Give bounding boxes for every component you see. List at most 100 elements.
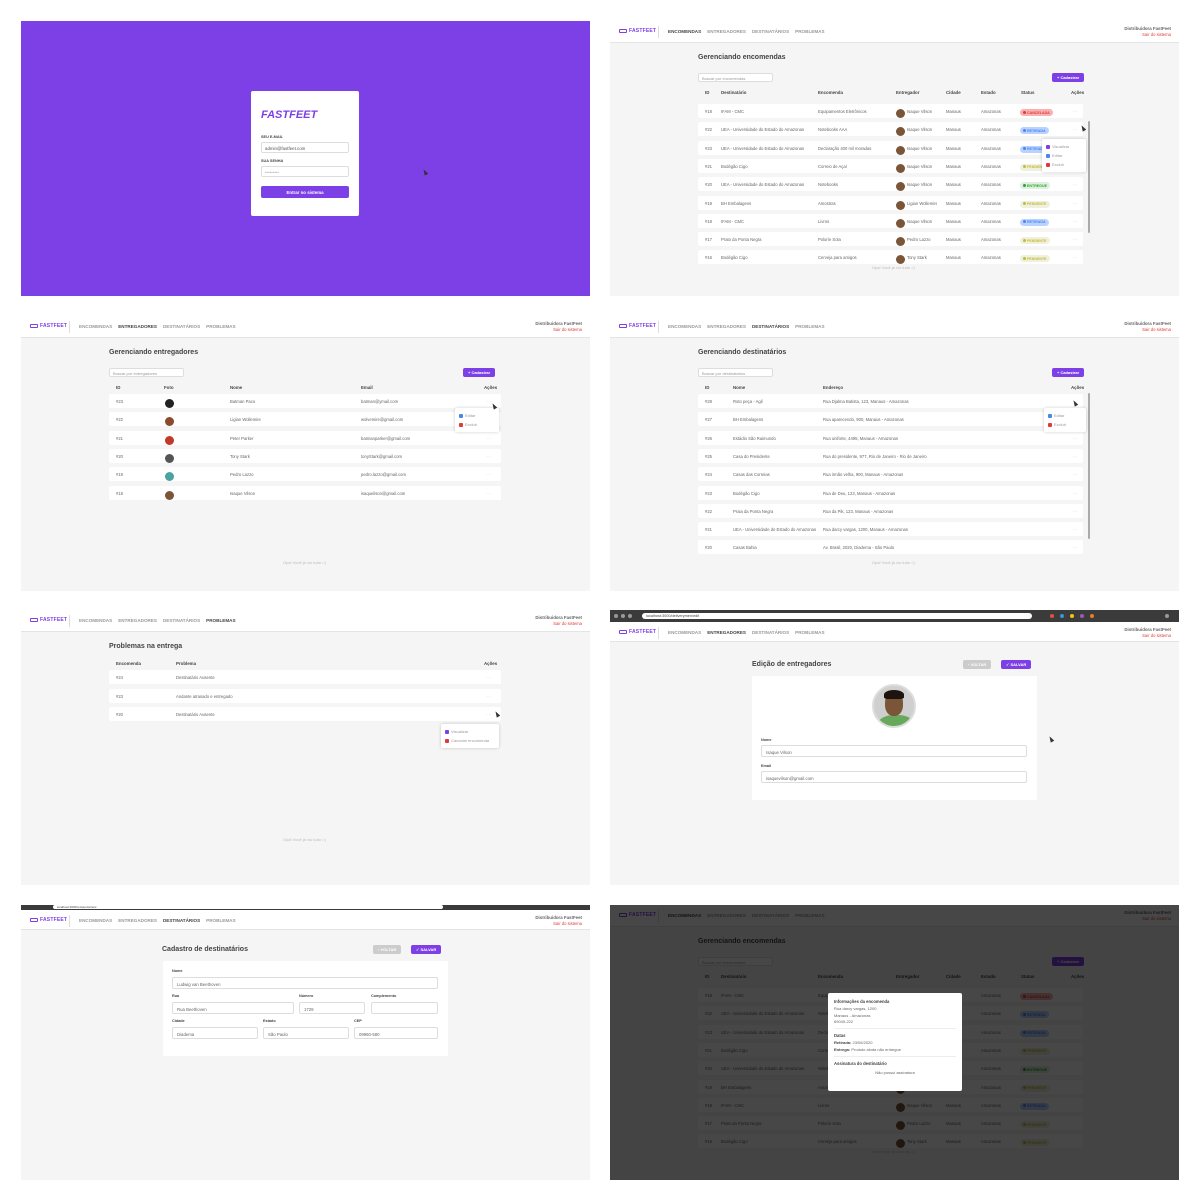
table-row[interactable]: #23 UEA - Universidade do Estado do Amazo…	[698, 140, 1083, 155]
nav-couriers[interactable]: ENTREGADORES	[707, 29, 746, 34]
more-actions-icon[interactable]: ···	[1073, 509, 1077, 514]
menu-item-view[interactable]: Visualizar	[445, 727, 495, 736]
nav-orders[interactable]: ENCOMENDAS	[668, 630, 701, 635]
more-actions-icon[interactable]: ···	[1073, 436, 1077, 441]
nav-recipients[interactable]: DESTINATÁRIOS	[752, 29, 789, 34]
more-actions-icon[interactable]: ···	[1073, 527, 1077, 532]
more-actions-icon[interactable]: ···	[487, 472, 491, 477]
more-actions-icon[interactable]: ···	[1073, 237, 1077, 242]
name-field[interactable]: Ludwig van Beethoven	[172, 977, 438, 989]
nav-couriers[interactable]: ENTREGADORES	[707, 630, 746, 635]
table-row[interactable]: #28 Roto peça - Agil Rua Djalma Batista, 1…	[698, 394, 1083, 408]
back-button[interactable]: ‹ VOLTAR	[373, 945, 402, 954]
logout-link[interactable]: Sair do sistema	[535, 921, 582, 926]
table-row[interactable]: #25 Casa do Presidente Rua do presidente, …	[698, 448, 1083, 463]
nav-problems[interactable]: PROBLEMAS	[206, 918, 235, 923]
table-row[interactable]: #20 UEA - Universidade do Estado do Amazo…	[698, 177, 1083, 192]
more-actions-icon[interactable]: ···	[1073, 182, 1077, 187]
more-actions-icon[interactable]: ···	[487, 454, 491, 459]
table-row[interactable]: #24 Destinatário Ausente ···	[109, 670, 501, 684]
menu-item-delete[interactable]: Excluir	[1048, 420, 1082, 429]
table-row[interactable]: #16 Bodégão Cigo Cerveja para amigos Tony S…	[698, 250, 1083, 265]
save-button[interactable]: ✓ SALVAR	[1001, 660, 1032, 669]
more-actions-icon[interactable]: ···	[1073, 454, 1077, 459]
table-row[interactable]: #21 UEA - Universidade do Estado do Amazo…	[698, 522, 1083, 537]
menu-item-delete[interactable]: Excluir	[459, 420, 495, 429]
header-logo[interactable]: FASTFEET	[619, 28, 656, 34]
table-row[interactable]: #27 BH Embalagens Rua aparecendo, 900, Man…	[698, 412, 1083, 427]
nav-problems[interactable]: PROBLEMAS	[206, 618, 235, 623]
more-actions-icon[interactable]: ···	[1073, 255, 1077, 260]
table-row[interactable]: #18 IFAM - CMC Equipamentos Eletrônicos Isa…	[698, 104, 1083, 118]
extension-icon[interactable]	[1050, 614, 1054, 618]
nav-recipients[interactable]: DESTINATÁRIOS	[163, 618, 200, 623]
more-actions-icon[interactable]: ···	[487, 491, 491, 496]
table-row[interactable]: #20 Casas Bahia Av. Brasil, 2020, Diadema …	[698, 540, 1083, 555]
nav-orders[interactable]: ENCOMENDAS	[79, 324, 112, 329]
table-row[interactable]: #23 Batman Paco batman@ymail.com ···	[109, 394, 501, 408]
menu-item-edit[interactable]: Editar	[1048, 411, 1082, 420]
extension-icon[interactable]	[1090, 614, 1094, 618]
zip-field[interactable]: 09960-580	[354, 1027, 438, 1039]
nav-recipients[interactable]: DESTINATÁRIOS	[752, 324, 789, 329]
password-field[interactable]: •••••••••	[261, 166, 349, 177]
table-row[interactable]: #20 Destinatário Ausente ···	[109, 707, 501, 721]
save-button[interactable]: ✓ SALVAR	[411, 945, 442, 954]
back-button[interactable]: ‹ VOLTAR	[963, 660, 992, 669]
address-bar[interactable]: localhost:3000/deliverymen/edit	[642, 613, 1032, 619]
more-actions-icon[interactable]: ···	[487, 675, 491, 680]
table-row[interactable]: #22Ligian Wollemirewolvemire@gmail.com··…	[109, 412, 501, 427]
nav-couriers[interactable]: ENTREGADORES	[118, 324, 157, 329]
table-row[interactable]: #23 Bodégão Cigo Rua de Deu, 123, Manaus -…	[698, 485, 1083, 500]
nav-recipients[interactable]: DESTINATÁRIOS	[163, 324, 200, 329]
table-row[interactable]: #26 Estádio São Raimundo Rua uniforte, 449…	[698, 430, 1083, 445]
nav-orders[interactable]: ENCOMENDAS	[79, 618, 112, 623]
logout-link[interactable]: Sair do sistema	[1124, 633, 1171, 638]
avatar-upload[interactable]	[872, 684, 916, 728]
table-row[interactable]: #21 Bodégão Cigo Correio de Açaí Isaque Vil…	[698, 158, 1083, 173]
extension-icon[interactable]	[1070, 614, 1074, 618]
nav-recipients[interactable]: DESTINATÁRIOS	[752, 630, 789, 635]
nav-problems[interactable]: PROBLEMAS	[206, 324, 235, 329]
table-row[interactable]: #18 IFAM - CMC Livros Isaque Vilson Manaus Am…	[698, 213, 1083, 228]
table-row[interactable]: #23 Andante atrasado e entregado ···	[109, 688, 501, 703]
nav-couriers[interactable]: ENTREGADORES	[707, 324, 746, 329]
more-actions-icon[interactable]: ···	[1073, 201, 1077, 206]
table-row[interactable]: #22 Praia da Ponta Negra Rua da Pik, 123, …	[698, 503, 1083, 518]
more-actions-icon[interactable]: ···	[1073, 545, 1077, 550]
number-field[interactable]: 1729	[299, 1002, 365, 1014]
nav-couriers[interactable]: ENTREGADORES	[118, 918, 157, 923]
menu-item-cancel-order[interactable]: Cancelar encomenda	[445, 736, 495, 745]
header-logo[interactable]: FASTFEET	[30, 617, 67, 623]
email-field[interactable]: isaquevilson@gmail.com	[761, 771, 1027, 783]
nav-problems[interactable]: PROBLEMAS	[795, 324, 824, 329]
search-input[interactable]: Buscar por destinatários	[698, 368, 773, 377]
more-actions-icon[interactable]: ···	[1073, 219, 1077, 224]
forward-icon[interactable]	[621, 614, 625, 618]
menu-item-delete[interactable]: Excluir	[1046, 160, 1082, 169]
nav-recipients[interactable]: DESTINATÁRIOS	[163, 918, 200, 923]
reload-icon[interactable]	[628, 614, 632, 618]
table-row[interactable]: #22 UEA - Universidade do Estado do Amazo…	[698, 122, 1083, 137]
search-input[interactable]: Buscar por entregadores	[109, 368, 184, 377]
menu-icon[interactable]	[1165, 614, 1169, 618]
back-icon[interactable]	[614, 614, 618, 618]
menu-item-edit[interactable]: Editar	[459, 411, 495, 420]
table-row[interactable]: #20 Tony Stark tonyStark@gmail.com ···	[109, 448, 501, 463]
extension-icon[interactable]	[1080, 614, 1084, 618]
complement-field[interactable]	[371, 1002, 438, 1014]
table-row[interactable]: #17 Prato da Ponta Negra Poloríe Sola Pedro…	[698, 232, 1083, 247]
more-actions-icon[interactable]: ···	[1073, 127, 1077, 132]
nav-couriers[interactable]: ENTREGADORES	[118, 618, 157, 623]
nav-orders[interactable]: ENCOMENDAS	[79, 918, 112, 923]
nav-problems[interactable]: PROBLEMAS	[795, 630, 824, 635]
table-row[interactable]: #21 Peter Parker batmanparker@gmail.com ···	[109, 430, 501, 445]
more-actions-icon[interactable]: ···	[1073, 472, 1077, 477]
table-row[interactable]: #19 Pedro Lazzo pedro.lazzo@gmail.com ···	[109, 467, 501, 482]
menu-item-edit[interactable]: Editar	[1046, 151, 1082, 160]
nav-orders[interactable]: ENCOMENDAS	[668, 29, 701, 34]
register-button[interactable]: + Cadastrar	[1052, 368, 1085, 377]
name-field[interactable]: Isaque Vilson	[761, 745, 1027, 757]
table-row[interactable]: #18 Isaque Vilson isaqueilson@gmail.com ···	[109, 485, 501, 500]
logout-link[interactable]: Sair do sistema	[1124, 32, 1171, 37]
